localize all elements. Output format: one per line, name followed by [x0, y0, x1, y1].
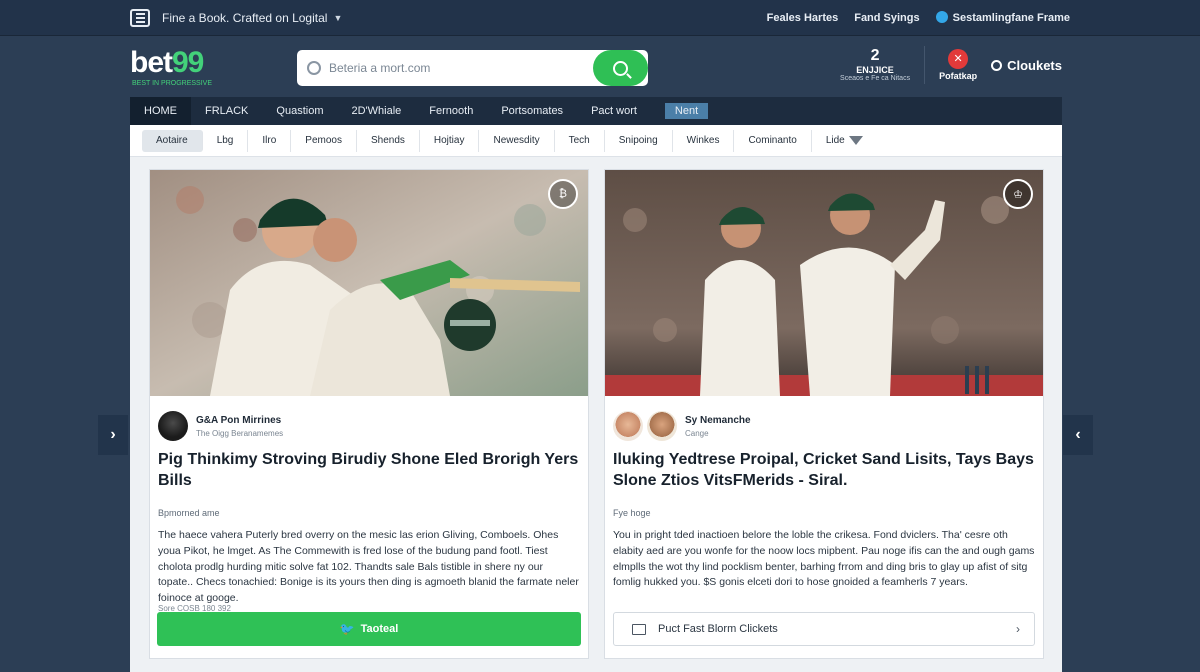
twitter-icon: 🐦: [339, 622, 355, 636]
tab-4[interactable]: Pemoos: [291, 129, 357, 152]
top-bar: Fine a Book. Crafted on Logital ▼ Feales…: [0, 0, 1200, 36]
menu-icon[interactable]: [130, 8, 150, 27]
search-icon: [307, 61, 321, 75]
bookmark-icon[interactable]: ₿: [548, 179, 578, 209]
search-bar: [297, 50, 648, 86]
carousel-next-left-icon[interactable]: ›: [98, 415, 128, 455]
promo-dropdown[interactable]: Fine a Book. Crafted on Logital ▼: [162, 11, 342, 25]
article-kicker: Bpmorned ame: [158, 508, 220, 518]
search-input[interactable]: [329, 61, 589, 75]
brand-tagline: BEST IN PROGRESSIVE: [132, 79, 213, 87]
tab-more[interactable]: Lide: [812, 130, 877, 152]
article-card[interactable]: ₿ G&A Pon Mirrines The Oigg Beranamemes …: [149, 169, 589, 659]
top-link-1[interactable]: Feales Hartes: [767, 12, 839, 24]
nav-item-home[interactable]: HOME: [130, 97, 191, 125]
carousel-prev-right-icon[interactable]: ‹: [1063, 415, 1093, 455]
tab-9[interactable]: Snipoing: [605, 129, 673, 152]
tab-11[interactable]: Cominanto: [734, 129, 812, 152]
magnifier-icon: [613, 60, 628, 76]
chevron-right-icon: ›: [1016, 622, 1020, 636]
article-title[interactable]: Iluking Yedtrese Proipal, Cricket Sand L…: [605, 446, 1043, 498]
author-subtitle: The Oigg Beranamemes: [196, 428, 284, 438]
nav-item-8[interactable]: Nent: [651, 97, 722, 125]
author-name[interactable]: G&A Pon Mirrines: [196, 415, 283, 426]
dropdown-arrow-icon: [848, 136, 863, 145]
chevron-down-icon: ▼: [333, 12, 343, 23]
read-more-button[interactable]: Puct Fast Blorm Clickets ›: [613, 612, 1035, 646]
tab-6[interactable]: Hojtiay: [420, 129, 480, 152]
document-icon: [632, 623, 646, 635]
top-link-3[interactable]: Sestamlingfane Frame: [935, 11, 1070, 24]
notifications[interactable]: ✕ Pofatkap: [939, 48, 977, 81]
article-photo[interactable]: ₿: [150, 170, 588, 396]
tab-2[interactable]: Lbg: [203, 129, 249, 152]
category-tabs: Aotaire Lbg Ilro Pemoos Shends Hojtiay N…: [130, 125, 1062, 157]
article-photo[interactable]: ♔: [605, 170, 1043, 396]
author-subtitle: Cange: [685, 428, 709, 438]
tab-5[interactable]: Shends: [357, 129, 420, 152]
tab-10[interactable]: Winkes: [673, 129, 735, 152]
clock-icon: [991, 59, 1003, 71]
article-title[interactable]: Pig Thinkimy Stroving Birudiy Shone Eled…: [150, 446, 588, 498]
author-row: G&A Pon Mirrines The Oigg Beranamemes: [150, 396, 588, 446]
author-row: Sy Nemanche Cange: [605, 396, 1043, 446]
tab-8[interactable]: Tech: [555, 129, 605, 152]
alert-icon: ✕: [948, 48, 969, 69]
top-link-2[interactable]: Fand Syings: [854, 12, 919, 24]
brand-logo[interactable]: bet99 BEST IN PROGRESSIVE: [130, 47, 213, 87]
tab-3[interactable]: Ilro: [248, 129, 292, 152]
nav-item-5[interactable]: Fernooth: [415, 97, 487, 125]
divider: [924, 46, 926, 84]
nav-item-4[interactable]: 2D'Whiale: [337, 97, 415, 125]
nav-item-2[interactable]: FRLACK: [191, 97, 262, 125]
account-summary[interactable]: 2 ENJJICE Sceaos e Fe ca Nitacs: [840, 47, 910, 84]
promo-text: Fine a Book. Crafted on Logital: [162, 10, 328, 25]
main-nav: HOME FRLACK Quastiom 2D'Whiale Fernooth …: [130, 97, 1062, 125]
tab-7[interactable]: Newesdity: [479, 129, 555, 152]
nav-item-3[interactable]: Quastiom: [262, 97, 337, 125]
site-header: bet99 BEST IN PROGRESSIVE 2 ENJJICE Scea…: [130, 36, 1062, 98]
avatar[interactable]: [613, 411, 643, 441]
cricket-batsman-image: [150, 170, 588, 396]
clock-link[interactable]: Cloukets: [991, 58, 1062, 73]
nav-item-7[interactable]: Pact wort: [577, 97, 651, 125]
article-card[interactable]: ♔ Sy Nemanche Cange Iluking Yedtrese Pro…: [604, 169, 1044, 659]
tweet-button[interactable]: 🐦 Taoteal: [157, 612, 581, 646]
search-button[interactable]: [593, 50, 648, 86]
cricket-players-image: [605, 170, 1043, 396]
globe-icon: [935, 11, 948, 23]
article-body: You in pright tded inactioen belore the …: [613, 529, 1035, 589]
author-name[interactable]: Sy Nemanche: [685, 415, 751, 426]
content-area: Aotaire Lbg Ilro Pemoos Shends Hojtiay N…: [130, 125, 1062, 672]
avatar[interactable]: [158, 411, 188, 441]
article-kicker: Fye hoge: [613, 508, 651, 518]
article-body: The haece vahera Puterly bred overry on …: [158, 529, 579, 604]
nav-item-6[interactable]: Portsomates: [487, 97, 577, 125]
tab-1[interactable]: Aotaire: [142, 129, 203, 152]
share-icon[interactable]: ♔: [1003, 179, 1033, 209]
avatar[interactable]: [647, 411, 677, 441]
